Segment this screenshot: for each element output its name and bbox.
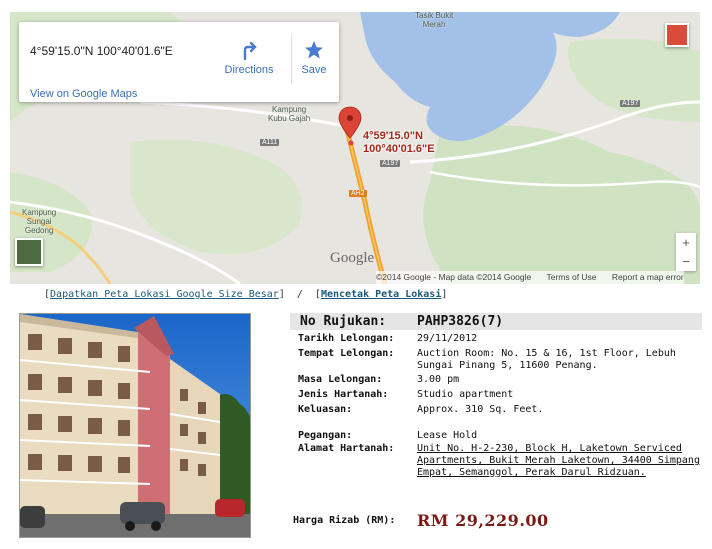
pin-label-lat: 4°59'15.0"N	[363, 130, 423, 142]
directions-label: Directions	[224, 64, 274, 76]
road-shield-a197: A197	[620, 100, 641, 107]
road-shield-a111: A111	[260, 139, 280, 146]
property-address-value: Unit No. H-2-230, Block H, Laketown Serv…	[417, 443, 700, 478]
property-type-value: Studio apartment	[417, 389, 514, 400]
property-address-label: Alamat Hartanah:	[298, 443, 395, 454]
satellite-toggle-button[interactable]	[15, 238, 43, 266]
auction-venue-value: Auction Room: No. 15 & 16, 1st Floor, Le…	[417, 348, 676, 371]
reserve-price-label: Harga Rizab (RM):	[293, 515, 396, 526]
reference-label: No Rujukan:	[300, 314, 387, 329]
terms-of-use-link[interactable]: Terms of Use	[546, 272, 596, 282]
place-label-line: Gedong	[24, 226, 54, 235]
tenure-label: Pegangan:	[298, 430, 353, 441]
auction-venue-label: Tempat Lelongan:	[298, 348, 395, 359]
star-icon	[284, 38, 344, 62]
save-button[interactable]: Save	[284, 38, 344, 76]
property-type-label: Jenis Hartanah:	[298, 389, 389, 400]
property-photo	[19, 313, 251, 538]
map-info-card: 4°59'15.0"N 100°40'01.6"E Directions Sav…	[19, 22, 339, 102]
place-label-line: Kampung	[22, 208, 57, 217]
place-label-tasik-bukit-merah: Tasik Bukit Merah	[415, 12, 453, 29]
link-separator: /	[296, 289, 303, 300]
pin-label-lng: 100°40'01.6"E	[363, 143, 435, 155]
zoom-out-button[interactable]: −	[676, 252, 696, 271]
zoom-in-button[interactable]: +	[676, 233, 696, 252]
print-map-link[interactable]: Mencetak Peta Lokasi	[321, 289, 441, 300]
road-shield-ah2: AH2	[349, 190, 367, 197]
auction-time-label: Masa Lelongan:	[298, 374, 383, 385]
auction-date-label: Tarikh Lelongan:	[298, 333, 395, 344]
reference-value: PAHP3826(7)	[417, 314, 504, 329]
tenure-value: Lease Hold	[417, 430, 478, 441]
reference-bar: No Rujukan: PAHP3826(7)	[290, 313, 702, 330]
view-on-google-maps-link[interactable]: View on Google Maps	[30, 88, 137, 100]
map-attribution-bar: ©2014 Google - Map data ©2014 Google Ter…	[376, 271, 684, 284]
auction-date-value: 29/11/2012	[417, 333, 478, 344]
directions-button[interactable]: Directions	[219, 38, 279, 76]
area-value: Approx. 310 Sq. Feet.	[417, 404, 544, 415]
road-shield-a197: A197	[380, 160, 401, 167]
area-label: Keluasan:	[298, 404, 353, 415]
report-map-error-link[interactable]: Report a map error	[612, 272, 684, 282]
reserve-price-value: RM 29,229.00	[417, 511, 549, 530]
map-links: [Dapatkan Peta Lokasi Google Size Besar]…	[44, 289, 448, 300]
place-label-line: Sungai	[26, 217, 52, 226]
place-label-line: Tasik Bukit	[415, 12, 454, 20]
map-copyright: ©2014 Google - Map data ©2014 Google	[376, 272, 532, 282]
street-view-pegman-icon[interactable]	[665, 23, 689, 47]
zoom-control: + −	[676, 233, 696, 271]
place-label-line: Kampung	[272, 105, 307, 114]
auction-time-value: 3.00 pm	[417, 374, 460, 385]
pin-coordinate-label: 4°59'15.0"N 100°40'01.6"E	[363, 130, 435, 156]
place-label-kampung-kubu-gajah: Kampung Kubu Gajah	[268, 105, 310, 123]
place-label-line: Merah	[422, 20, 446, 29]
embedded-map[interactable]: Tasik Bukit Merah Kampung Kubu Gajah Kam…	[10, 12, 700, 284]
large-map-link[interactable]: Dapatkan Peta Lokasi Google Size Besar	[50, 289, 279, 300]
place-label-kampung-sungai-gedong: Kampung Sungai Gedong	[22, 208, 56, 235]
directions-icon	[219, 38, 279, 62]
place-label-line: Kubu Gajah	[268, 114, 311, 123]
card-coordinates: 4°59'15.0"N 100°40'01.6"E	[30, 44, 173, 58]
save-label: Save	[301, 64, 327, 76]
google-logo: Google	[330, 250, 375, 266]
